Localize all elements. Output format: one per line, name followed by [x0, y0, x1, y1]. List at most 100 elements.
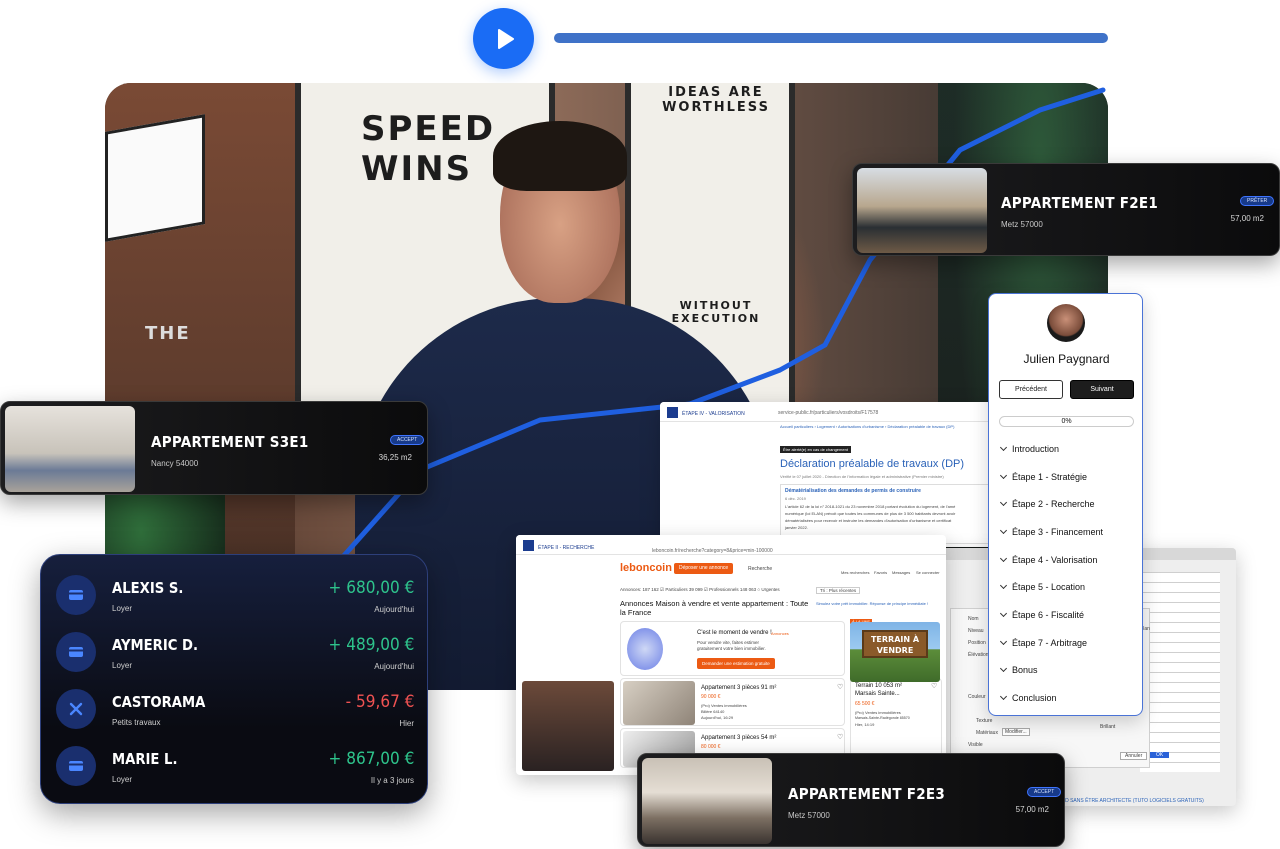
nav-favorites[interactable]: Favoris — [874, 570, 887, 575]
chapter-label: Conclusion — [1012, 693, 1057, 703]
apartment-area: 36,25 m2 — [378, 453, 412, 462]
visible-checkbox[interactable]: Visible — [968, 742, 983, 748]
apartment-city: Nancy 54000 — [151, 459, 199, 468]
previous-button[interactable]: Précédent — [999, 380, 1063, 399]
listing-card-terrain[interactable]: Terrain 10 053 m² Marsais Sainte... 65 5… — [850, 678, 942, 758]
nav-login[interactable]: Se connecter — [916, 570, 940, 575]
chapter-etape-6[interactable]: Étape 6 - Fiscalité — [999, 609, 1084, 620]
apartment-card-s3e1[interactable]: APPARTEMENT S3E1 Nancy 54000 ACCEPT 36,2… — [0, 401, 428, 495]
author-name: Julien Paygnard — [1023, 352, 1110, 366]
cancel-button[interactable]: Annuler — [1120, 752, 1148, 760]
chapter-label: Étape 3 - Financement — [1012, 527, 1104, 537]
dice-poster — [105, 114, 205, 242]
body-text: janvier 2022. — [785, 525, 808, 530]
nav-messages[interactable]: Messages — [892, 570, 910, 575]
favorite-heart-icon[interactable]: ♡ — [931, 682, 937, 690]
modify-button[interactable]: Modifier... — [1002, 728, 1030, 736]
transaction-row[interactable]: ALEXIS S. Loyer + 680,00 € Aujourd'hui — [41, 569, 429, 626]
transaction-amount: + 867,00 € — [328, 749, 414, 769]
favorite-heart-icon[interactable]: ♡ — [837, 733, 843, 741]
body-text: dématérialisées pour recevoir et instrui… — [785, 518, 952, 523]
listing-card[interactable]: Appartement 3 pièces 91 m² 90 000 € (Pro… — [620, 678, 845, 726]
transaction-row[interactable]: AYMERIC D. Loyer + 489,00 € Aujourd'hui — [41, 626, 429, 683]
section-title: Dématérialisation des demandes de permis… — [785, 488, 921, 494]
course-logo — [523, 540, 534, 551]
favorite-heart-icon[interactable]: ♡ — [837, 683, 843, 691]
listing-meta: (Pro) Ventes immobilières — [855, 710, 901, 715]
apartment-area: 57,00 m2 — [1230, 214, 1264, 223]
screenshot-valorisation: ÉTAPE IV - VALORISATION service-public.f… — [660, 402, 1000, 547]
chapter-label: Étape 5 - Location — [1012, 582, 1086, 592]
apartment-card-f2e1[interactable]: APPARTEMENT F2E1 Metz 57000 PRÊTER 57,00… — [852, 163, 1280, 256]
browser-url: leboncoin.fr/recherche?category=8&price=… — [652, 548, 773, 554]
apartment-card-f2e3[interactable]: APPARTEMENT F2E3 Metz 57000 ACCEPT 57,00… — [637, 753, 1065, 847]
listing-date: Hier, 14:19 — [855, 722, 875, 727]
sort-select[interactable]: Tri : Plus récentes — [816, 587, 861, 594]
form-label: Élévation — [968, 652, 989, 658]
listing-title[interactable]: Appartement 3 pièces 91 m² — [701, 685, 776, 691]
form-label: Texture — [976, 718, 993, 724]
video-thumbnail — [522, 681, 614, 771]
transaction-amount: + 680,00 € — [328, 578, 414, 598]
loan-link[interactable]: Simulez votre prêt immobilier. Réponse d… — [816, 601, 928, 606]
breadcrumb: Accueil particuliers › Logement › Autori… — [780, 424, 955, 429]
status-badge: PRÊTER — [1240, 196, 1275, 206]
listing-title[interactable]: Appartement 3 pièces 54 m² — [701, 735, 776, 741]
transaction-amount: - 59,67 € — [345, 692, 414, 712]
course-sidebar: Julien Paygnard Précédent Suivant 0% Int… — [988, 293, 1143, 716]
chapter-label: Étape 4 - Valorisation — [1012, 555, 1098, 565]
apartment-title: APPARTEMENT F2E1 — [1001, 194, 1159, 212]
ok-button[interactable]: OK — [1150, 752, 1170, 758]
chapter-etape-1[interactable]: Étape 1 - Stratégie — [999, 471, 1087, 482]
listing-date: Aujourd'hui, 16:29 — [701, 715, 734, 720]
listing-place: Billère 64140 — [701, 709, 725, 714]
listing-title[interactable]: Terrain 10 053 m² — [855, 683, 902, 689]
apartment-photo — [857, 168, 987, 253]
chapter-etape-7[interactable]: Étape 7 - Arbitrage — [999, 637, 1087, 648]
apartment-title: APPARTEMENT F2E3 — [788, 785, 946, 803]
chevron-down-icon — [999, 637, 1008, 646]
promo-card: C'est le moment de vendre ! Annonces Pou… — [620, 621, 845, 676]
body-text: L'article 62 de la loi n° 2018-1021 du 2… — [785, 504, 956, 509]
transaction-date: Aujourd'hui — [374, 662, 414, 671]
transaction-name: ALEXIS S. — [112, 579, 184, 597]
apartment-city: Metz 57000 — [1001, 220, 1043, 229]
play-icon — [497, 28, 514, 49]
next-button[interactable]: Suivant — [1070, 380, 1134, 399]
transaction-date: Il y a 3 jours — [370, 776, 414, 785]
deposit-button[interactable]: Déposer une annonce — [674, 563, 734, 574]
video-progress-bar[interactable] — [554, 33, 1108, 43]
chapter-bonus[interactable]: Bonus — [999, 664, 1038, 675]
play-button[interactable] — [473, 8, 534, 69]
apartment-title: APPARTEMENT S3E1 — [151, 433, 309, 451]
apartment-photo — [5, 406, 135, 492]
step-label: ÉTAPE IV - VALORISATION — [682, 411, 745, 417]
chapter-etape-5[interactable]: Étape 5 - Location — [999, 581, 1086, 592]
promo-badge: Annonces — [771, 631, 789, 636]
tools-icon — [56, 689, 96, 729]
chevron-down-icon — [999, 692, 1008, 701]
apartment-area: 57,00 m2 — [1015, 805, 1049, 814]
transaction-row[interactable]: CASTORAMA Petits travaux - 59,67 € Hier — [41, 683, 429, 740]
chapter-conclusion[interactable]: Conclusion — [999, 692, 1057, 703]
leboncoin-logo[interactable]: leboncoin — [620, 562, 672, 574]
body-text: numérique (loi ELAN) prévoit que toutes … — [785, 511, 956, 516]
results-heading: Annonces Maison à vendre et vente appart… — [620, 599, 809, 617]
listing-place: Marsais-Sainte-Radégonde 85570 — [855, 716, 910, 720]
status-badge: ACCEPT — [1027, 787, 1062, 797]
chapter-etape-3[interactable]: Étape 3 - Financement — [999, 526, 1104, 537]
transaction-amount: + 489,00 € — [328, 635, 414, 655]
search-link[interactable]: Recherche — [748, 566, 772, 572]
chapter-introduction[interactable]: Introduction — [999, 443, 1059, 454]
filter-bar[interactable]: Annonces: 187 162 ☑ Particuliers 39 099 … — [620, 587, 780, 593]
transaction-row[interactable]: MARIE L. Loyer + 867,00 € Il y a 3 jours — [41, 740, 429, 797]
browser-url: service-public.fr/particuliers/vosdroits… — [778, 410, 879, 416]
poster-text: IDEAS ARE WORTHLESS — [662, 85, 770, 115]
estimate-button[interactable]: Demander une estimation gratuite — [697, 658, 775, 669]
nav-saved-searches[interactable]: Mes recherches — [841, 570, 869, 575]
chapter-etape-2[interactable]: Étape 2 - Recherche — [999, 498, 1095, 509]
transaction-category: Petits travaux — [112, 718, 161, 727]
promo-text: Pour vendre vite, faites estimer gratuit… — [697, 640, 766, 651]
alert-badge[interactable]: Être alerté(e) en cas de changement — [780, 446, 851, 453]
chapter-etape-4[interactable]: Étape 4 - Valorisation — [999, 554, 1098, 565]
